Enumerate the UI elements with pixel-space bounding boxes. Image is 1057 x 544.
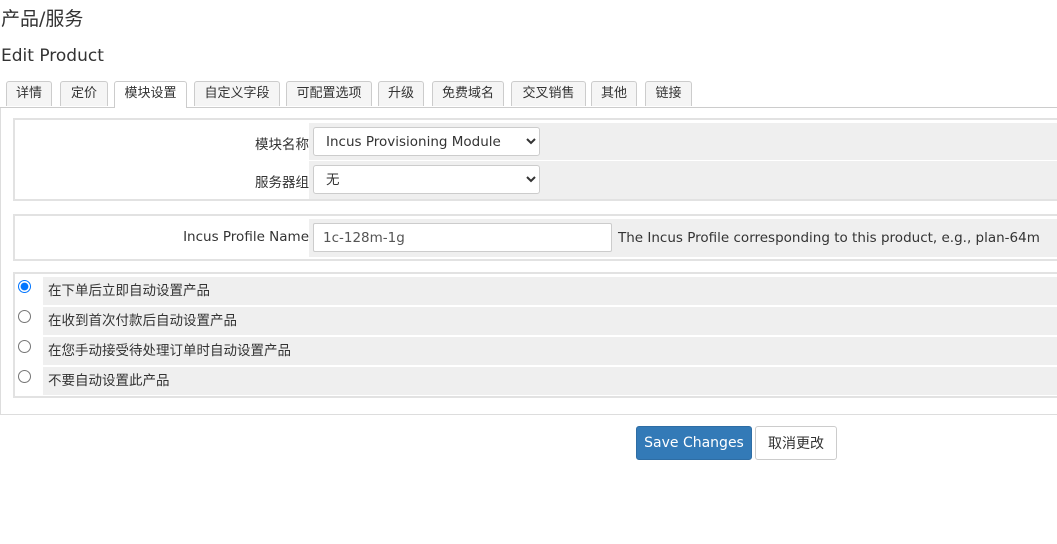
tab-configurable-options[interactable]: 可配置选项 (286, 81, 372, 106)
profile-name-input[interactable] (313, 223, 612, 252)
server-group-select[interactable]: 无 (313, 165, 540, 194)
server-group-field-area: 无 (309, 161, 1057, 199)
profile-name-label: Incus Profile Name (183, 229, 309, 245)
setup-option-label[interactable]: 在收到首次付款后自动设置产品 (43, 307, 1057, 335)
setup-option-radio-on-accept[interactable] (18, 340, 31, 353)
tab-content-panel: 模块名称 Incus Provisioning Module 服务器组 无 In… (0, 108, 1057, 415)
setup-option-label[interactable]: 在您手动接受待处理订单时自动设置产品 (43, 337, 1057, 365)
setup-option-radio-never[interactable] (18, 370, 31, 383)
module-name-row: 模块名称 Incus Provisioning Module (15, 123, 1057, 161)
page-title: 产品/服务 (1, 8, 84, 30)
tab-other[interactable]: 其他 (591, 81, 637, 106)
tab-details[interactable]: 详情 (6, 81, 52, 106)
save-changes-button[interactable]: Save Changes (636, 426, 752, 460)
module-name-field-area: Incus Provisioning Module (309, 123, 1057, 160)
page-subtitle: Edit Product (1, 46, 104, 66)
tab-custom-fields[interactable]: 自定义字段 (194, 81, 280, 106)
setup-option-row[interactable]: 不要自动设置此产品 (15, 367, 1057, 395)
server-group-row: 服务器组 无 (15, 161, 1057, 199)
setup-option-label[interactable]: 在下单后立即自动设置产品 (43, 277, 1057, 305)
setup-option-radio-order[interactable] (18, 280, 31, 293)
tab-upgrades[interactable]: 升级 (378, 81, 424, 106)
setup-options-box: 在下单后立即自动设置产品 在收到首次付款后自动设置产品 在您手动接受待处理订单时… (13, 272, 1057, 398)
setup-option-row[interactable]: 在下单后立即自动设置产品 (15, 277, 1057, 305)
profile-box: Incus Profile Name The Incus Profile cor… (13, 214, 1057, 261)
module-settings-box: 模块名称 Incus Provisioning Module 服务器组 无 (13, 118, 1057, 201)
module-name-select[interactable]: Incus Provisioning Module (313, 127, 540, 156)
setup-option-row[interactable]: 在您手动接受待处理订单时自动设置产品 (15, 337, 1057, 365)
radio-cell (15, 337, 43, 365)
tab-links[interactable]: 链接 (645, 81, 692, 106)
tab-cross-sell[interactable]: 交叉销售 (511, 81, 586, 106)
profile-name-hint: The Incus Profile corresponding to this … (618, 230, 1040, 246)
server-group-label: 服务器组 (255, 175, 309, 191)
tab-pricing[interactable]: 定价 (60, 81, 108, 106)
cancel-changes-button[interactable]: 取消更改 (755, 426, 837, 460)
tab-free-domain[interactable]: 免费域名 (432, 81, 504, 106)
module-name-label: 模块名称 (255, 137, 309, 153)
setup-option-radio-payment[interactable] (18, 310, 31, 323)
profile-field-area: The Incus Profile corresponding to this … (309, 219, 1057, 257)
radio-cell (15, 277, 43, 305)
setup-option-row[interactable]: 在收到首次付款后自动设置产品 (15, 307, 1057, 335)
tab-module-settings[interactable]: 模块设置 (114, 81, 187, 108)
setup-option-label[interactable]: 不要自动设置此产品 (43, 367, 1057, 395)
radio-cell (15, 307, 43, 335)
radio-cell (15, 367, 43, 395)
